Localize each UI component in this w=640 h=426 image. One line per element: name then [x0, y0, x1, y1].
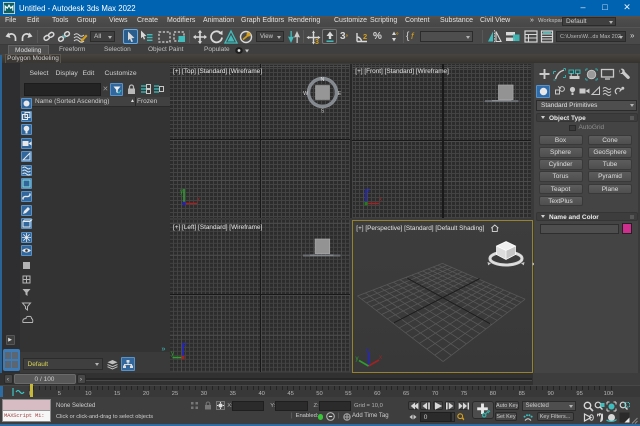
svg-text:°: °: [396, 31, 399, 39]
svg-text:y: y: [180, 189, 183, 195]
svg-text:x: x: [379, 355, 382, 361]
svg-text:S: S: [321, 109, 325, 115]
svg-text:z: z: [366, 348, 369, 354]
svg-text:y: y: [356, 356, 359, 362]
svg-text:E: E: [338, 91, 342, 97]
svg-text:y: y: [171, 351, 174, 357]
svg-text:z: z: [184, 342, 187, 348]
svg-text:W: W: [303, 91, 309, 97]
svg-text:x: x: [197, 197, 200, 203]
svg-text:x: x: [379, 197, 382, 203]
svg-text:2: 2: [363, 32, 367, 41]
svg-text:z: z: [367, 188, 370, 194]
svg-text:N: N: [321, 77, 325, 83]
